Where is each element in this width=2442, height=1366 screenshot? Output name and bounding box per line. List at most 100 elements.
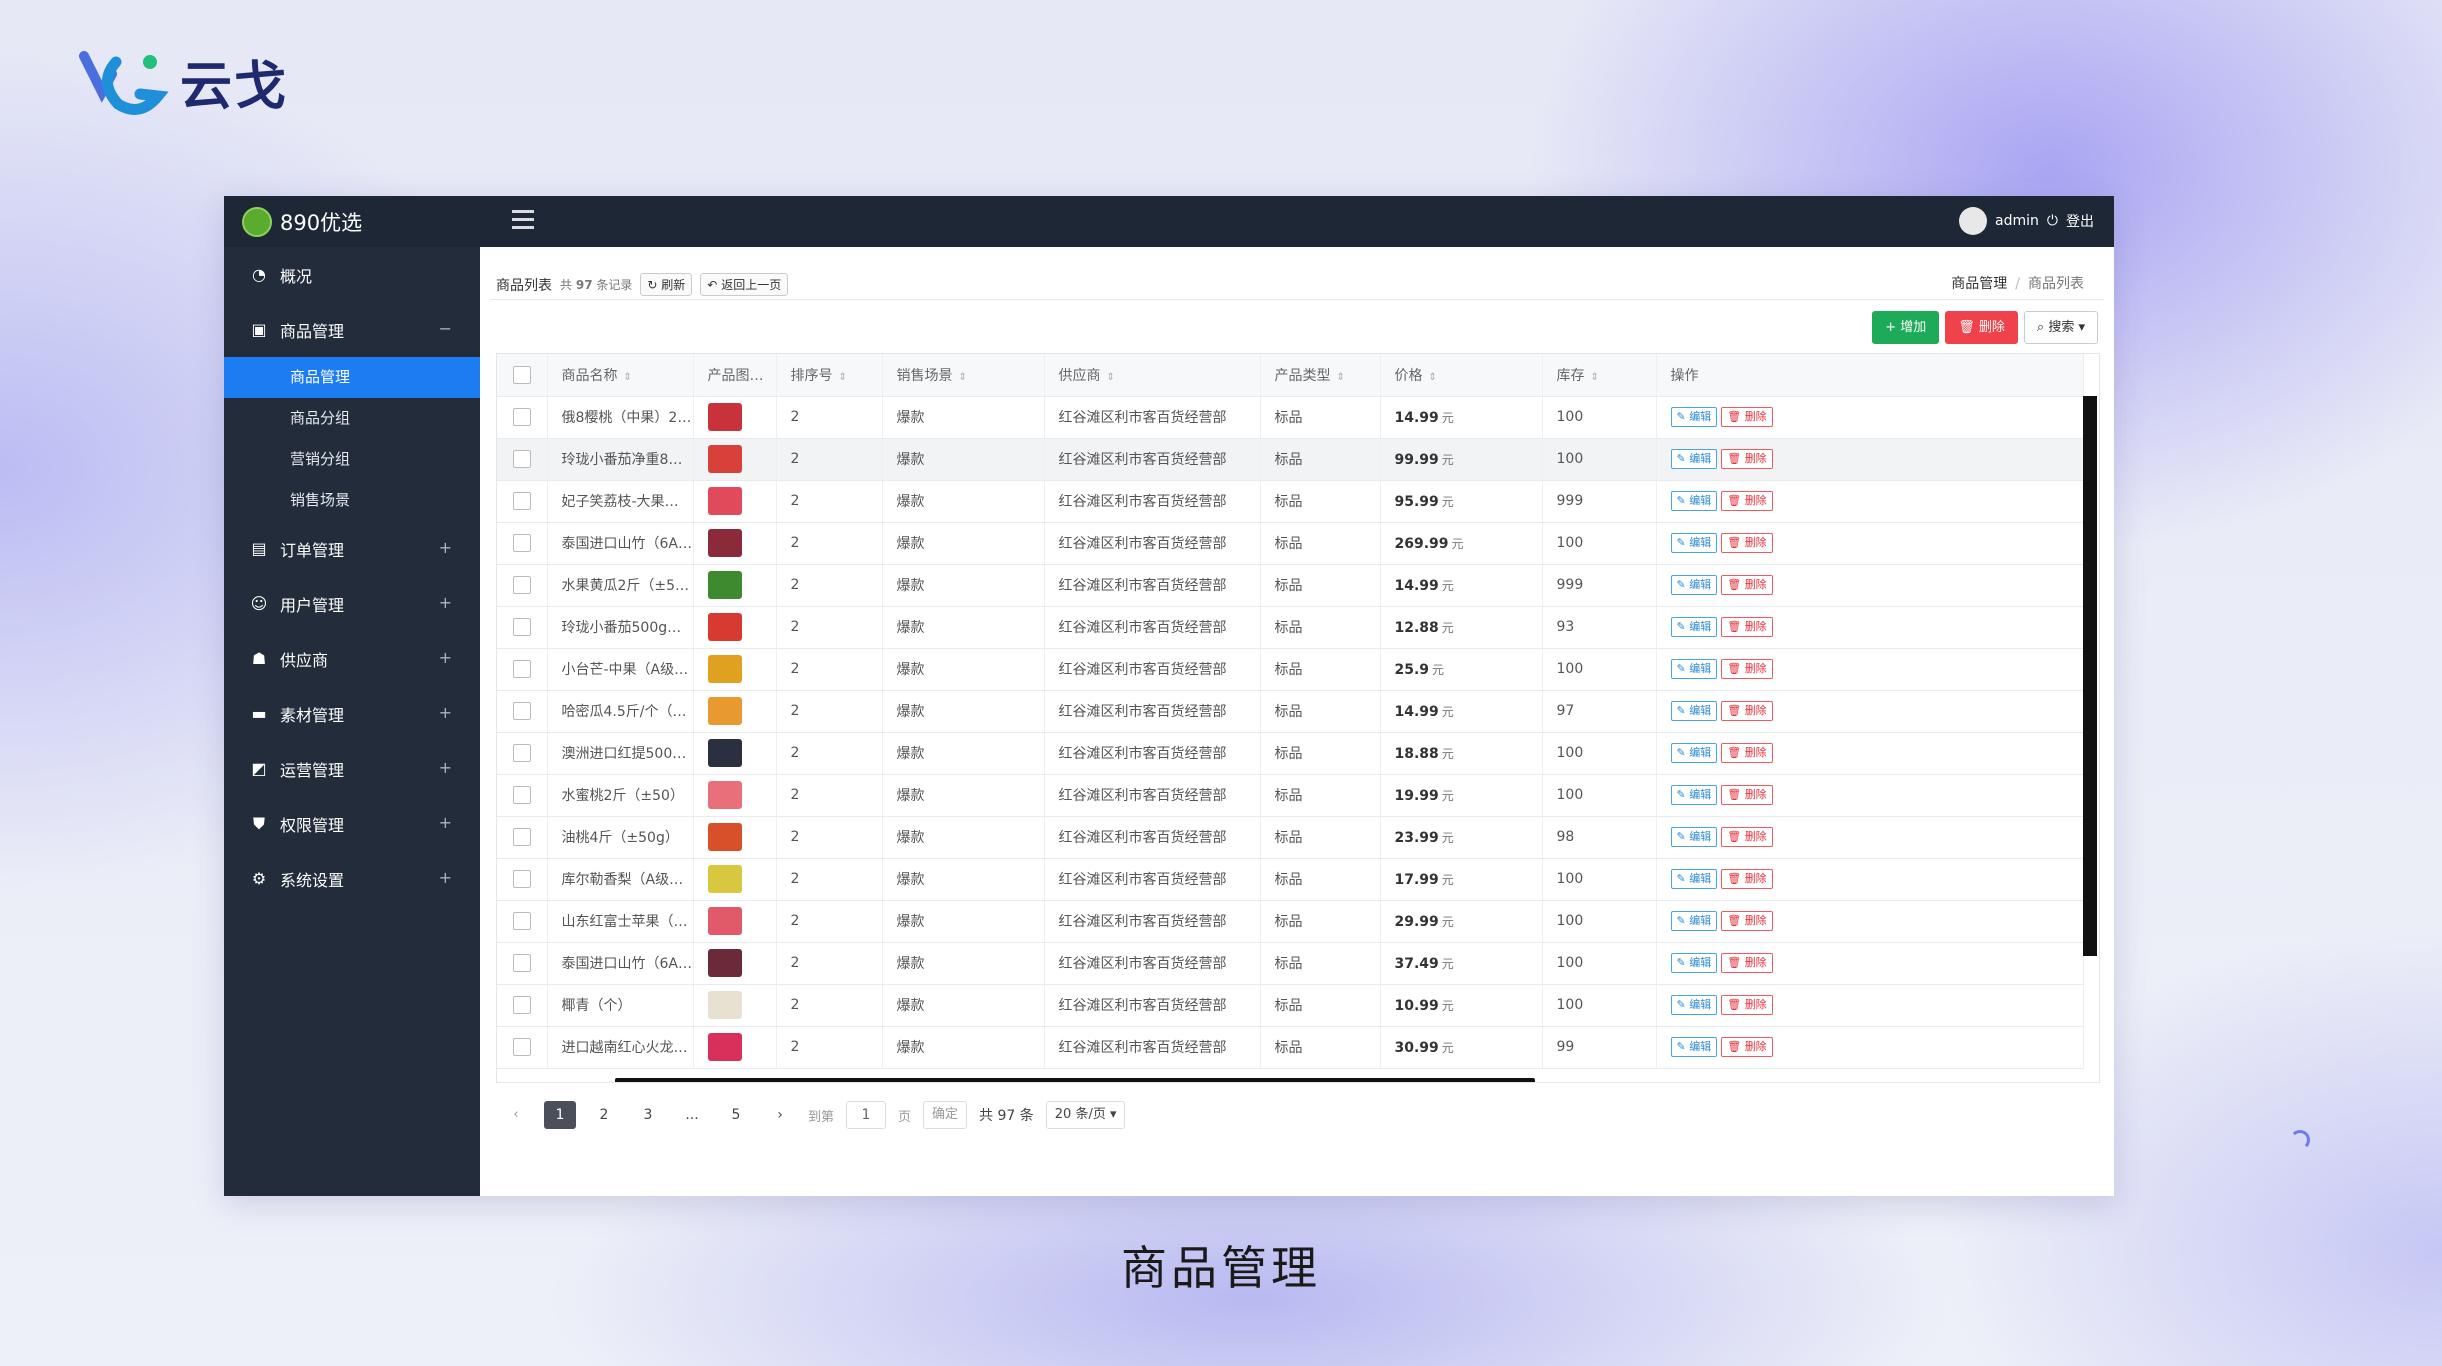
table-row[interactable]: 泰国进口山竹（6A）净...2爆款红谷滩区利市客百货经营部标品269.99元10… [497,522,2084,565]
edit-button[interactable]: ✎ 编辑 [1670,533,1718,553]
product-thumbnail[interactable] [707,655,742,683]
sidebar-item-suppliers[interactable]: ☗ 供应商 + [224,631,480,686]
column-header[interactable]: 商品名称 ⇕ [547,354,694,397]
product-thumbnail[interactable] [707,1033,742,1061]
product-thumbnail[interactable] [707,613,742,641]
sidebar-item-orders[interactable]: ▤ 订单管理 + [224,521,480,576]
product-thumbnail[interactable] [707,991,742,1019]
delete-button[interactable]: 🗑 删除 [1945,311,2018,344]
menu-toggle-icon[interactable] [512,210,534,230]
table-row[interactable]: 泰国进口山竹（6A）2斤...2爆款红谷滩区利市客百货经营部标品37.49元10… [497,942,2084,985]
table-row[interactable]: 妃子笑荔枝-大果（B级）...2爆款红谷滩区利市客百货经营部标品95.99元99… [497,480,2084,523]
product-thumbnail[interactable] [707,697,742,725]
table-row[interactable]: 椰青（个） 2 爆款 红谷滩区利市客百货经营部 标品 10.99 元 100 ✎ 编辑 🗑 删除 [497,984,2084,1027]
page-size-select[interactable]: 20 条/页 ▾ [1045,1101,1126,1129]
logout-link[interactable]: 登出 [2066,211,2094,231]
row-checkbox[interactable] [512,618,531,636]
row-delete-button[interactable]: 🗑 删除 [1721,659,1773,679]
row-checkbox[interactable] [512,576,531,594]
row-delete-button[interactable]: 🗑 删除 [1721,953,1773,973]
confirm-button[interactable]: 确定 [923,1101,968,1129]
page-number[interactable]: 1 [544,1101,576,1129]
sidebar-item-overview[interactable]: ◔ 概况 [224,247,480,302]
back-button[interactable]: ↶ 返回上一页 [700,273,789,296]
row-delete-button[interactable]: 🗑 删除 [1721,911,1773,931]
row-checkbox[interactable] [512,828,531,846]
edit-button[interactable]: ✎ 编辑 [1670,953,1718,973]
vertical-scrollbar[interactable] [2083,396,2097,956]
row-checkbox[interactable] [512,534,531,552]
edit-button[interactable]: ✎ 编辑 [1670,407,1718,427]
product-thumbnail[interactable] [707,865,742,893]
row-checkbox[interactable] [512,492,531,510]
row-delete-button[interactable]: 🗑 删除 [1721,407,1773,427]
sort-icon[interactable]: ⇕ [1591,372,1599,383]
row-delete-button[interactable]: 🗑 删除 [1721,743,1773,763]
table-row[interactable]: 哈密瓜4.5斤/个（±250g）2爆款红谷滩区利市客百货经营部标品14.99元9… [497,690,2084,733]
table-row[interactable]: 库尔勒香梨（A级）2斤...2爆款红谷滩区利市客百货经营部标品17.99元100… [497,858,2084,901]
sidebar-item-operations[interactable]: ◩ 运营管理 + [224,741,480,796]
select-all-checkbox[interactable] [512,365,531,384]
sidebar-item-materials[interactable]: ▬ 素材管理 + [224,686,480,741]
table-row[interactable]: 俄8樱桃（中果）250g(±...2爆款红谷滩区利市客百货经营部标品14.99元… [497,396,2084,439]
edit-button[interactable]: ✎ 编辑 [1670,743,1718,763]
product-thumbnail[interactable] [707,487,742,515]
product-thumbnail[interactable] [707,907,742,935]
sort-icon[interactable]: ⇕ [839,372,847,383]
row-checkbox[interactable] [512,702,531,720]
edit-button[interactable]: ✎ 编辑 [1670,869,1718,889]
row-delete-button[interactable]: 🗑 删除 [1721,575,1773,595]
avatar[interactable] [1959,207,1988,235]
edit-button[interactable]: ✎ 编辑 [1670,449,1718,469]
subitem-product-manage[interactable]: 商品管理 [224,357,480,398]
product-thumbnail[interactable] [707,739,742,767]
sort-icon[interactable]: ⇕ [624,372,632,383]
row-checkbox[interactable] [512,744,531,762]
breadcrumb-parent[interactable]: 商品管理 [1951,276,2007,292]
edit-button[interactable]: ✎ 编辑 [1670,491,1718,511]
refresh-button[interactable]: ↻ 刷新 [640,273,693,296]
edit-button[interactable]: ✎ 编辑 [1670,911,1718,931]
product-thumbnail[interactable] [707,823,742,851]
row-delete-button[interactable]: 🗑 删除 [1721,449,1773,469]
edit-button[interactable]: ✎ 编辑 [1670,827,1718,847]
expand-icon[interactable]: + [439,813,452,832]
expand-icon[interactable]: + [439,648,452,667]
product-thumbnail[interactable] [707,571,742,599]
column-header[interactable]: 价格 ⇕ [1380,354,1543,397]
subitem-product-group[interactable]: 商品分组 [224,398,480,439]
username[interactable]: admin [1995,213,2039,229]
row-checkbox[interactable] [512,408,531,426]
sort-icon[interactable]: ⇕ [770,372,776,383]
sort-icon[interactable]: ⇕ [1429,372,1437,383]
expand-icon[interactable]: + [439,868,452,887]
product-thumbnail[interactable] [707,403,742,431]
sort-icon[interactable]: ⇕ [1107,372,1115,383]
row-delete-button[interactable]: 🗑 删除 [1721,785,1773,805]
row-checkbox[interactable] [512,870,531,888]
column-header[interactable]: 产品类型 ⇕ [1260,354,1381,397]
page-number[interactable]: 3 [632,1101,664,1129]
row-checkbox[interactable] [512,954,531,972]
table-row[interactable]: 水果黄瓜2斤（±50g） 2 爆款 红谷滩区利市客百货经营部 标品 14.99 元 999 ✎ … [497,564,2084,607]
row-delete-button[interactable]: 🗑 删除 [1721,491,1773,511]
edit-button[interactable]: ✎ 编辑 [1670,1037,1718,1057]
row-checkbox[interactable] [512,786,531,804]
column-header[interactable]: 排序号 ⇕ [776,354,883,397]
row-delete-button[interactable]: 🗑 删除 [1721,701,1773,721]
row-delete-button[interactable]: 🗑 删除 [1721,827,1773,847]
search-button[interactable]: ⌕ 搜索 ▾ [2023,311,2098,344]
sidebar-item-users[interactable]: ☺ 用户管理 + [224,576,480,631]
app-logo[interactable]: 890优选 [242,207,362,237]
expand-icon[interactable]: + [439,538,452,557]
row-checkbox[interactable] [512,1038,531,1056]
edit-button[interactable]: ✎ 编辑 [1670,785,1718,805]
edit-button[interactable]: ✎ 编辑 [1670,701,1718,721]
prev-page-icon[interactable]: ‹ [500,1101,532,1129]
next-page-icon[interactable]: › [764,1101,796,1129]
sidebar-item-products[interactable]: ▣ 商品管理 − [224,302,480,357]
row-checkbox[interactable] [512,912,531,930]
table-row[interactable]: 油桃4斤（±50g） 2 爆款 红谷滩区利市客百货经营部 标品 23.99 元 98 ✎ 编辑 🗑… [497,816,2084,859]
table-row[interactable]: 澳洲进口红提500g（±50）2爆款红谷滩区利市客百货经营部标品18.88元10… [497,732,2084,775]
subitem-marketing-group[interactable]: 营销分组 [224,439,480,480]
